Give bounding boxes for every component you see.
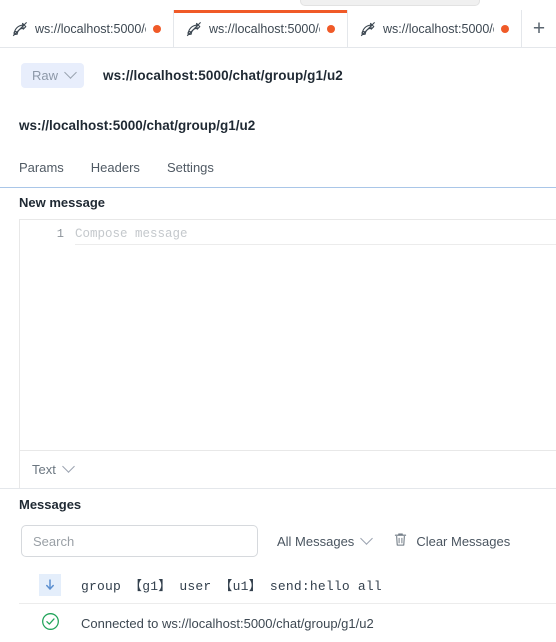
compose-message-input[interactable]: Compose message bbox=[75, 225, 556, 245]
window-control-pill bbox=[300, 0, 480, 6]
clear-messages-label: Clear Messages bbox=[416, 533, 511, 549]
message-row[interactable]: group 【g1】 user 【u1】 send:hello all bbox=[19, 566, 556, 604]
connection-tab-label: ws://localhost:5000/ch bbox=[209, 21, 320, 36]
message-format-select[interactable]: Text bbox=[32, 460, 75, 477]
request-url-text[interactable]: ws://localhost:5000/chat/group/g1/u2 bbox=[103, 68, 343, 83]
editor-first-line: 1 Compose message bbox=[20, 220, 556, 245]
message-row[interactable]: Connected to ws://localhost:5000/chat/gr… bbox=[19, 604, 556, 642]
websocket-icon bbox=[186, 21, 202, 37]
request-subtab-bar: Params Headers Settings bbox=[0, 160, 556, 188]
compose-message-editor[interactable]: 1 Compose message bbox=[19, 219, 556, 450]
messages-section-divider bbox=[0, 488, 556, 489]
clear-messages-button[interactable]: Clear Messages bbox=[393, 532, 510, 550]
messages-toolbar: All Messages Clear Messages bbox=[21, 525, 536, 557]
message-direction-cell bbox=[19, 573, 81, 596]
connection-tab-2[interactable]: ws://localhost:5000/ch bbox=[174, 10, 348, 47]
tab-settings[interactable]: Settings bbox=[167, 160, 214, 183]
new-tab-button[interactable]: + bbox=[522, 10, 556, 47]
message-filter-select[interactable]: All Messages bbox=[277, 531, 374, 549]
chevron-down-icon bbox=[360, 531, 374, 545]
websocket-icon bbox=[360, 21, 376, 37]
request-url-row: Raw ws://localhost:5000/chat/group/g1/u2 bbox=[0, 60, 556, 90]
connection-tab-1[interactable]: ws://localhost:5000/ch bbox=[0, 10, 174, 47]
trash-icon bbox=[393, 532, 408, 550]
connection-tab-label: ws://localhost:5000/ch bbox=[35, 21, 146, 36]
compose-editor-footer: Text bbox=[19, 450, 556, 488]
messages-label: Messages bbox=[19, 497, 82, 512]
tab-params[interactable]: Params bbox=[19, 160, 64, 183]
websocket-icon bbox=[12, 21, 28, 37]
plus-icon: + bbox=[532, 16, 546, 40]
tab-headers[interactable]: Headers bbox=[91, 160, 140, 183]
message-mode-select[interactable]: Raw bbox=[21, 62, 85, 88]
connection-tab-strip: ws://localhost:5000/ch ws://localhost:50… bbox=[0, 10, 556, 48]
unsaved-dot-icon bbox=[327, 24, 335, 33]
message-text: group 【g1】 user 【u1】 send:hello all bbox=[81, 579, 382, 594]
connection-title: ws://localhost:5000/chat/group/g1/u2 bbox=[19, 118, 256, 133]
chevron-down-icon bbox=[61, 460, 75, 473]
message-text: Connected to ws://localhost:5000/chat/gr… bbox=[81, 615, 374, 631]
message-filter-label: All Messages bbox=[277, 533, 355, 549]
unsaved-dot-icon bbox=[501, 24, 509, 33]
message-mode-label: Raw bbox=[32, 67, 59, 83]
connection-tab-3[interactable]: ws://localhost:5000/ch bbox=[348, 10, 522, 47]
arrow-down-incoming-icon bbox=[39, 573, 61, 596]
new-message-label: New message bbox=[19, 195, 105, 210]
search-input[interactable] bbox=[21, 525, 258, 557]
message-format-label: Text bbox=[32, 462, 56, 477]
unsaved-dot-icon bbox=[153, 24, 161, 33]
line-number: 1 bbox=[56, 227, 64, 241]
chevron-down-icon bbox=[64, 65, 77, 79]
connection-tab-label: ws://localhost:5000/ch bbox=[383, 21, 494, 36]
